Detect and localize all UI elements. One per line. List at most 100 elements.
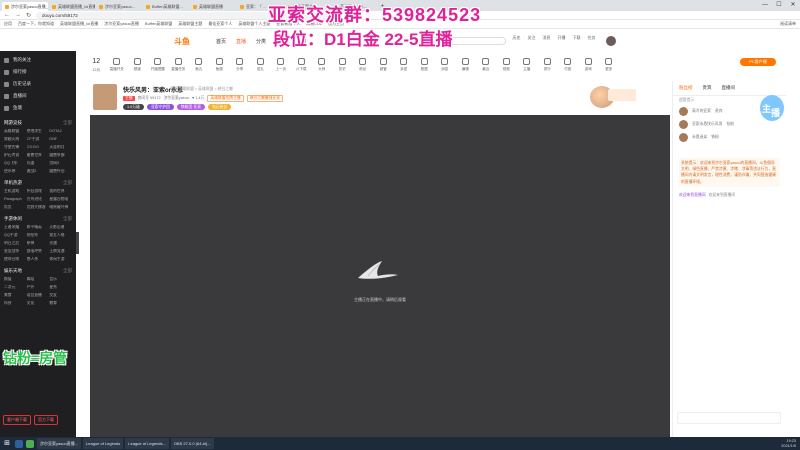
- sidebar-top-item[interactable]: 我的关注: [4, 54, 76, 66]
- guard-pill[interactable]: 亚索守护团: [146, 104, 174, 110]
- sidebar-category-link[interactable]: 绝地求生: [27, 129, 50, 134]
- sidebar-category-link[interactable]: 王牌竞速: [49, 249, 72, 254]
- toolbar-item[interactable]: 编辑: [455, 55, 476, 79]
- toolbar-item[interactable]: 超管: [373, 55, 394, 79]
- sidebar-collapse-handle[interactable]: [76, 232, 79, 254]
- header-icon-button[interactable]: 消息: [542, 35, 551, 41]
- sidebar-category-link[interactable]: 守望先锋: [4, 145, 27, 150]
- bookmark-item[interactable]: 英雄联盟直播_lol直播: [60, 21, 98, 27]
- sidebar-category-link[interactable]: 主机游戏: [4, 189, 27, 194]
- douyu-logo[interactable]: 斗鱼: [174, 36, 190, 47]
- back-icon[interactable]: ←: [4, 12, 10, 18]
- header-icon-button[interactable]: 关注: [527, 35, 536, 41]
- windows-start-icon[interactable]: ⊞: [2, 439, 12, 448]
- sidebar-category-link[interactable]: 原神: [27, 241, 50, 246]
- toolbar-item[interactable]: 分享: [230, 55, 251, 79]
- toolbar-item[interactable]: 排行: [537, 55, 558, 79]
- sidebar-category-link[interactable]: 部落冲突: [27, 249, 50, 254]
- bookmark-item[interactable]: Bufferi英雄联盟: [145, 21, 173, 27]
- sidebar-category-link[interactable]: 火影忍者: [49, 225, 72, 230]
- sidebar-category-link[interactable]: 休闲手游: [49, 257, 72, 262]
- toolbar-item[interactable]: 大师: [312, 55, 333, 79]
- minimize-button[interactable]: —: [758, 0, 772, 11]
- sidebar-category-link[interactable]: 阴阳师: [27, 233, 50, 238]
- taskbar-app[interactable]: League of Legends: [83, 438, 124, 449]
- diamond-fan-pill[interactable]: 钻石粉丝: [208, 104, 232, 110]
- sidebar-category-link[interactable]: 方舟进化: [27, 197, 50, 202]
- toolbar-item[interactable]: 更多: [599, 55, 620, 79]
- sidebar-category-link[interactable]: 使命召唤: [4, 257, 27, 262]
- clock[interactable]: 19:23 2021/1/9: [781, 439, 796, 449]
- sidebar-category-link[interactable]: 科技: [4, 301, 27, 306]
- sidebar-category-link[interactable]: 魔兽争霸: [49, 153, 72, 158]
- sidebar-category-link[interactable]: 明日之后: [4, 241, 27, 246]
- top-nav-item[interactable]: 直播: [236, 38, 246, 45]
- sidebar-top-item[interactable]: 鱼塘: [4, 102, 76, 114]
- sidebar-category-link[interactable]: 天涯明月: [49, 145, 72, 150]
- reading-list-button[interactable]: 阅读清单: [780, 21, 796, 27]
- fan-group-pill[interactable]: 铁粉团·亚索: [176, 104, 206, 110]
- sidebar-category-link[interactable]: 问道: [27, 161, 50, 166]
- header-icon-button[interactable]: 任务: [587, 35, 596, 41]
- pc-client-button[interactable]: PC客户端: [740, 58, 776, 66]
- sidebar-category-link[interactable]: 星秀: [49, 285, 72, 290]
- user-avatar[interactable]: [606, 36, 616, 46]
- reload-icon[interactable]: ↻: [26, 12, 31, 19]
- bookmark-item[interactable]: 英雄联盟个人主题: [238, 21, 270, 27]
- sidebar-category-link[interactable]: 和平精英: [27, 225, 50, 230]
- header-icon-button[interactable]: 下载: [572, 35, 581, 41]
- sidebar-category-link[interactable]: 教育: [49, 301, 72, 306]
- sidebar-category-link[interactable]: Paragraph: [4, 197, 27, 202]
- browser-tab[interactable]: 英雄联盟直播_lol直播...: [49, 2, 95, 11]
- sidebar-category-link[interactable]: 舞蹈: [27, 277, 50, 282]
- chat-tab[interactable]: 直播间: [722, 85, 736, 91]
- bookmark-item[interactable]: 最佳亚索个人: [208, 21, 232, 27]
- toolbar-item[interactable]: 视频: [496, 55, 517, 79]
- maximize-button[interactable]: ☐: [772, 0, 786, 11]
- toolbar-item[interactable]: 数据: [414, 55, 435, 79]
- system-message-user[interactable]: 欢迎来到直播间: [679, 193, 706, 198]
- header-icon-button[interactable]: 开播: [557, 35, 566, 41]
- client-download-button[interactable]: 客户端下载: [3, 415, 31, 425]
- sidebar-category-link[interactable]: 魔兽怀旧: [49, 169, 72, 174]
- chat-input[interactable]: [677, 412, 781, 424]
- toolbar-item[interactable]: 直播任务: [168, 55, 189, 79]
- sidebar-category-link[interactable]: 激战2: [27, 169, 50, 174]
- sidebar-category-link[interactable]: CF手游: [27, 137, 50, 142]
- sidebar-top-item[interactable]: 历史记录: [4, 78, 76, 90]
- taskbar-app[interactable]: League of Legends...: [125, 438, 169, 449]
- sidebar-top-item[interactable]: 直播间: [4, 90, 76, 102]
- sidebar-category-link[interactable]: 文化: [27, 301, 50, 306]
- top-nav-item[interactable]: 分类: [256, 38, 266, 45]
- toolbar-item[interactable]: 12 12月: [86, 55, 107, 79]
- browser-tab[interactable]: 涉尔亚索yasuo...: [96, 2, 142, 11]
- toolbar-item[interactable]: 鱼翅: [209, 55, 230, 79]
- chat-tab[interactable]: 贵宾: [703, 85, 712, 91]
- chrome-icon[interactable]: [26, 439, 34, 448]
- sidebar-category-link[interactable]: 王者荣耀: [4, 225, 27, 230]
- toolbar-item[interactable]: 开播提醒: [148, 55, 169, 79]
- streamer-name[interactable]: 涉尔亚索yasuo: [164, 96, 189, 101]
- taskbar-app[interactable]: 涉尔亚索yasuo直播...: [37, 438, 82, 449]
- toolbar-item[interactable]: 鱼丸: [189, 55, 210, 79]
- sidebar-section-more[interactable]: 全部: [63, 180, 72, 186]
- toolbar-item[interactable]: 上一页: [271, 55, 292, 79]
- level-pill[interactable]: 1.0万级: [123, 104, 144, 110]
- forward-icon[interactable]: →: [15, 12, 21, 18]
- toolbar-item[interactable]: 游戏: [578, 55, 599, 79]
- sidebar-category-link[interactable]: 户外: [27, 285, 50, 290]
- video-player[interactable]: 主播正在直播中，请稍后观看: [90, 115, 670, 438]
- sidebar-category-link[interactable]: 星露谷物语: [49, 197, 72, 202]
- browser-tab[interactable]: 英雄联盟直播: [190, 2, 236, 11]
- close-window-button[interactable]: ✕: [786, 0, 800, 11]
- sidebar-category-link[interactable]: QQ飞车: [4, 161, 27, 166]
- browser-tab[interactable]: 涉尔亚索yasuo直播_英雄联盟...: [2, 2, 48, 11]
- sidebar-top-item[interactable]: 排行榜: [4, 66, 76, 78]
- sidebar-section-more[interactable]: 全部: [63, 120, 72, 126]
- browser-tab[interactable]: Bufferi英雄联盟...: [143, 2, 189, 11]
- sidebar-category-link[interactable]: 皇室战争: [4, 249, 27, 254]
- toolbar-item[interactable]: 六下载: [291, 55, 312, 79]
- toolbar-item[interactable]: 付费: [558, 55, 579, 79]
- taskbar-app[interactable]: OBS 27.0.0 (64-bi)...: [170, 438, 214, 449]
- sidebar-category-link[interactable]: 荒野大镖客: [27, 205, 50, 210]
